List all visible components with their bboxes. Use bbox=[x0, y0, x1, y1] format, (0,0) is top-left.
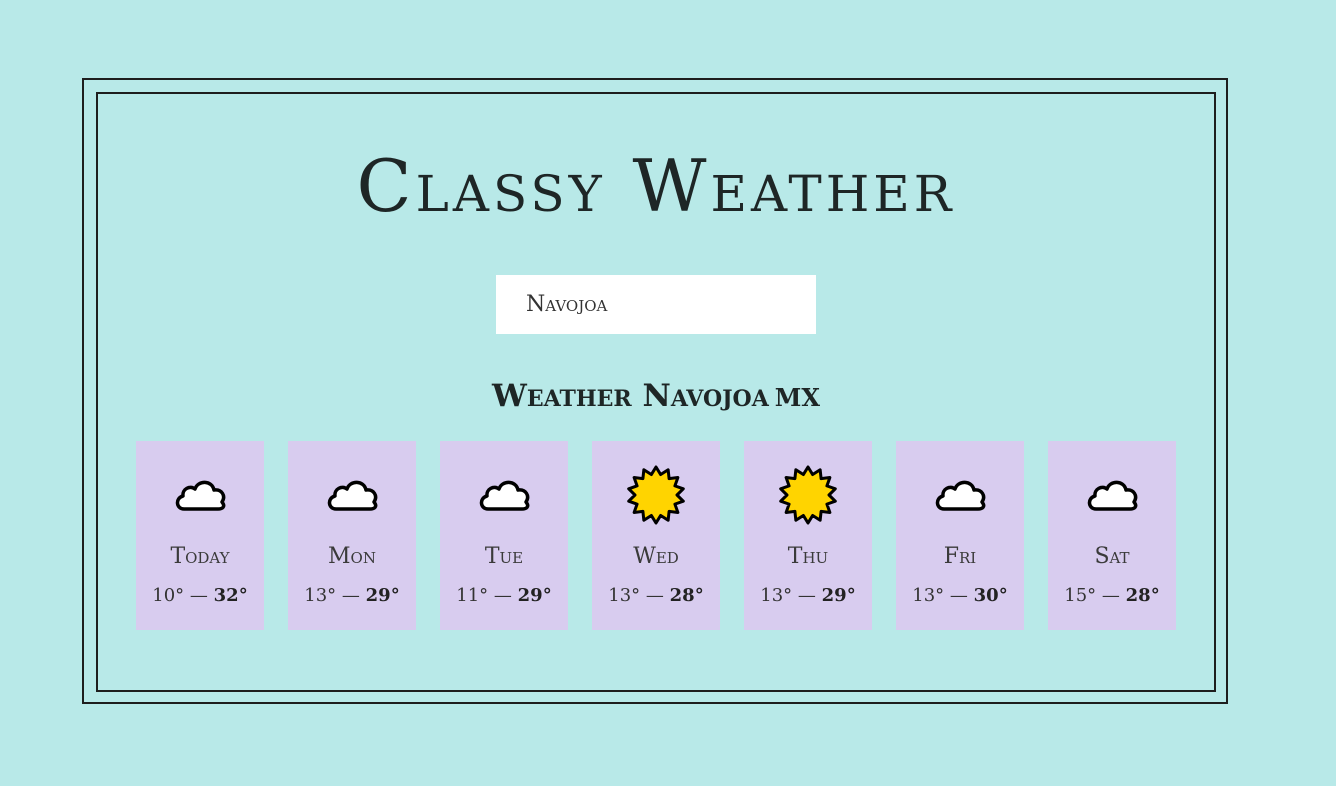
temp-separator: — bbox=[493, 585, 512, 606]
temperature-range: 15° — 28° bbox=[1048, 584, 1176, 608]
temp-max: 29° bbox=[821, 585, 856, 606]
country-code: MX bbox=[774, 383, 820, 412]
forecast-day-card: Thu 13° — 29° bbox=[744, 441, 872, 630]
forecast-day-card: Sat 15° — 28° bbox=[1048, 441, 1176, 630]
temp-separator: — bbox=[949, 585, 968, 606]
temperature-range: 13° — 29° bbox=[288, 584, 416, 608]
sun-icon bbox=[626, 465, 686, 525]
temp-separator: — bbox=[797, 585, 816, 606]
location-heading-text: Weather Navojoa bbox=[492, 378, 769, 414]
day-label: Thu bbox=[787, 544, 829, 569]
cloud-icon bbox=[170, 465, 230, 525]
temperature-range: 10° — 32° bbox=[136, 584, 264, 608]
temp-separator: — bbox=[645, 585, 664, 606]
temp-max: 29° bbox=[517, 585, 552, 606]
forecast-day-card: Today 10° — 32° bbox=[136, 441, 264, 630]
temp-max: 30° bbox=[973, 585, 1008, 606]
location-heading: Weather Navojoa MX bbox=[0, 376, 1312, 418]
temp-max: 28° bbox=[1125, 585, 1160, 606]
cloud-icon bbox=[322, 465, 382, 525]
temp-min: 10° bbox=[152, 585, 185, 606]
app-title: Classy Weather bbox=[356, 144, 956, 228]
temp-separator: — bbox=[189, 585, 208, 606]
temp-separator: — bbox=[1101, 585, 1120, 606]
temp-min: 13° bbox=[304, 585, 337, 606]
day-label: Tue bbox=[484, 544, 524, 569]
forecast-day-card: Wed 13° — 28° bbox=[592, 441, 720, 630]
temp-separator: — bbox=[341, 585, 360, 606]
temp-min: 13° bbox=[760, 585, 793, 606]
temperature-range: 13° — 28° bbox=[592, 584, 720, 608]
forecast-list: Today 10° — 32° Mon 13° — 29° Tue 11° — … bbox=[136, 441, 1176, 630]
day-label: Mon bbox=[328, 544, 376, 569]
day-label: Sat bbox=[1094, 544, 1130, 569]
temp-max: 28° bbox=[669, 585, 704, 606]
temp-min: 11° bbox=[456, 585, 489, 606]
temp-min: 15° bbox=[1064, 585, 1097, 606]
location-search-input[interactable] bbox=[496, 275, 816, 334]
cloud-icon bbox=[474, 465, 534, 525]
day-label: Fri bbox=[943, 544, 977, 569]
temp-min: 13° bbox=[608, 585, 641, 606]
temperature-range: 11° — 29° bbox=[440, 584, 568, 608]
day-label: Wed bbox=[633, 544, 679, 569]
forecast-day-card: Mon 13° — 29° bbox=[288, 441, 416, 630]
temperature-range: 13° — 30° bbox=[896, 584, 1024, 608]
temp-max: 29° bbox=[365, 585, 400, 606]
temp-max: 32° bbox=[213, 585, 248, 606]
cloud-icon bbox=[930, 465, 990, 525]
forecast-day-card: Fri 13° — 30° bbox=[896, 441, 1024, 630]
forecast-day-card: Tue 11° — 29° bbox=[440, 441, 568, 630]
sun-icon bbox=[778, 465, 838, 525]
temp-min: 13° bbox=[912, 585, 945, 606]
cloud-icon bbox=[1082, 465, 1142, 525]
temperature-range: 13° — 29° bbox=[744, 584, 872, 608]
day-label: Today bbox=[170, 544, 230, 569]
